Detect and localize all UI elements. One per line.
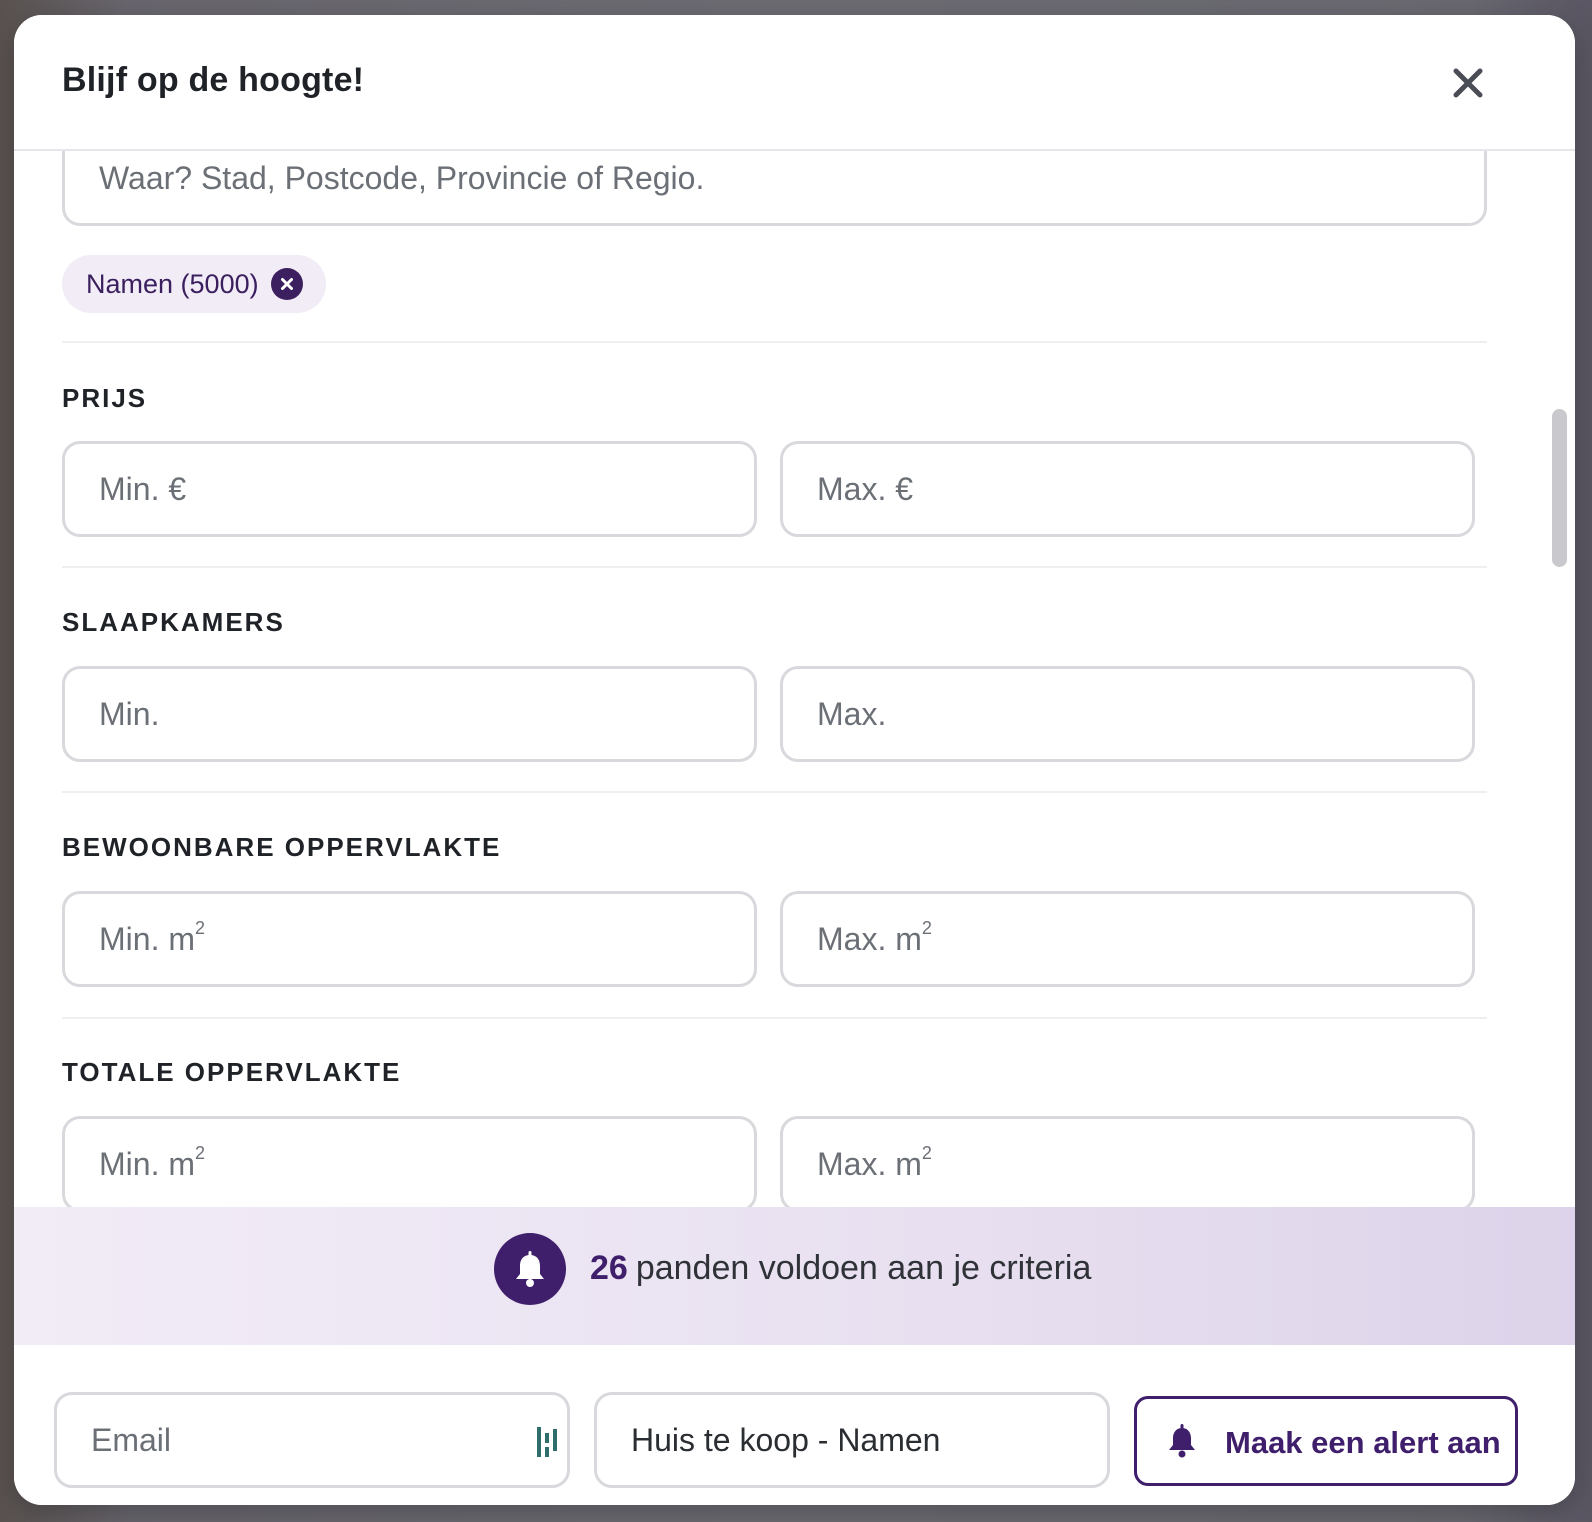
divider: [62, 791, 1487, 793]
total-area-max-placeholder: Max. m2: [817, 1142, 932, 1182]
location-input-placeholder: Waar? Stad, Postcode, Provincie of Regio…: [99, 160, 705, 196]
modal-footer: Email Huis te koop - Namen Maak een aler…: [14, 1345, 1575, 1505]
bedrooms-max-placeholder: Max.: [817, 695, 887, 732]
create-alert-button[interactable]: Maak een alert aan: [1134, 1396, 1518, 1486]
price-max-input[interactable]: Max. €: [780, 441, 1475, 537]
close-icon: [281, 278, 293, 290]
scrollbar-thumb[interactable]: [1552, 409, 1567, 567]
filter-scroll-area[interactable]: Waar? Stad, Postcode, Provincie of Regio…: [14, 151, 1546, 1223]
location-chip-label: Namen (5000): [86, 268, 259, 299]
price-label: PRIJS: [62, 383, 148, 413]
bedrooms-label: SLAAPKAMERS: [62, 607, 285, 637]
bedrooms-min-placeholder: Min.: [99, 695, 160, 732]
scrollbar-track[interactable]: [1544, 151, 1575, 1223]
divider: [62, 1017, 1487, 1019]
living-area-label: BEWOONBARE OPPERVLAKTE: [62, 832, 502, 862]
bell-icon: [1169, 1424, 1195, 1458]
living-area-max-input[interactable]: Max. m2: [780, 891, 1475, 987]
modal-title: Blijf op de hoogte!: [62, 61, 365, 99]
living-area-max-placeholder: Max. m2: [817, 917, 932, 957]
price-max-placeholder: Max. €: [817, 470, 914, 507]
email-placeholder: Email: [91, 1421, 172, 1458]
results-text: 26 panden voldoen aan je criteria: [590, 1249, 1091, 1288]
location-chip: Namen (5000): [62, 255, 326, 313]
results-count: 26: [590, 1249, 628, 1287]
total-area-max-input[interactable]: Max. m2: [780, 1116, 1475, 1212]
results-description: panden voldoen aan je criteria: [635, 1249, 1092, 1287]
create-alert-label: Maak een alert aan: [1225, 1425, 1501, 1460]
price-min-input[interactable]: Min. €: [62, 441, 757, 537]
total-area-min-input[interactable]: Min. m2: [62, 1116, 757, 1212]
divider: [62, 566, 1487, 568]
bell-badge: [494, 1233, 566, 1305]
password-manager-icon[interactable]: [535, 1425, 561, 1459]
living-area-min-input[interactable]: Min. m2: [62, 891, 757, 987]
divider: [62, 341, 1487, 343]
price-min-placeholder: Min. €: [99, 470, 187, 507]
remove-chip-button[interactable]: [271, 268, 303, 300]
email-input[interactable]: Email: [54, 1392, 570, 1488]
close-button[interactable]: [1446, 61, 1490, 105]
location-input[interactable]: Waar? Stad, Postcode, Provincie of Regio…: [62, 151, 1487, 226]
alert-name-input[interactable]: Huis te koop - Namen: [594, 1392, 1110, 1488]
alert-modal: Blijf op de hoogte! Waar? Stad, Postcode…: [14, 15, 1575, 1505]
bedrooms-max-input[interactable]: Max.: [780, 666, 1475, 762]
modal-header: Blijf op de hoogte!: [14, 15, 1575, 151]
close-icon: [1453, 68, 1483, 98]
bell-icon: [516, 1251, 544, 1287]
total-area-label: TOTALE OPPERVLAKTE: [62, 1057, 402, 1087]
bedrooms-min-input[interactable]: Min.: [62, 666, 757, 762]
results-banner: 26 panden voldoen aan je criteria: [14, 1207, 1575, 1345]
total-area-min-placeholder: Min. m2: [99, 1142, 206, 1182]
living-area-min-placeholder: Min. m2: [99, 917, 206, 957]
alert-name-value: Huis te koop - Namen: [631, 1421, 941, 1458]
